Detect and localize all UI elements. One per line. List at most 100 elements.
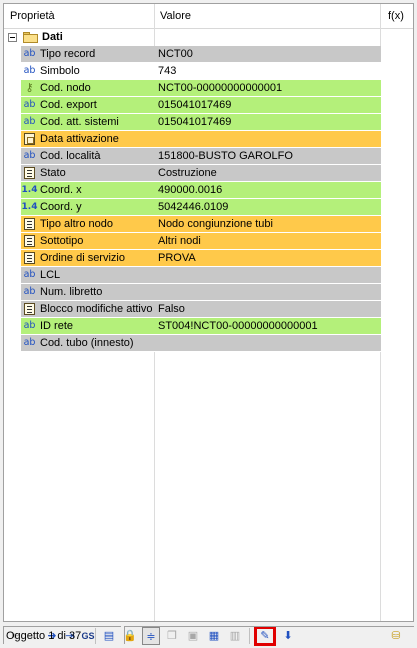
text-icon: ab xyxy=(23,150,36,161)
table-row[interactable]: ab LCL xyxy=(4,267,413,284)
number-icon: 1.4 xyxy=(21,185,38,195)
column-header-value[interactable]: Valore xyxy=(154,4,381,29)
list-icon xyxy=(21,216,38,232)
formula-cell[interactable] xyxy=(381,267,413,283)
formula-cell[interactable] xyxy=(381,165,413,181)
formula-cell[interactable] xyxy=(381,63,413,79)
property-value[interactable]: PROVA xyxy=(154,250,381,266)
status-bar: Oggetto 1 di 37 xyxy=(0,626,417,648)
property-value[interactable]: Nodo congiunzione tubi xyxy=(154,216,381,232)
property-value[interactable]: Costruzione xyxy=(154,165,381,181)
property-name: Coord. y xyxy=(40,201,82,213)
text-icon: ab xyxy=(23,286,36,297)
number-icon: 1.4 xyxy=(21,202,38,212)
table-row[interactable]: Blocco modifiche attivo Falso xyxy=(4,301,413,318)
formula-cell[interactable] xyxy=(381,250,413,266)
table-row[interactable]: ab Cod. tubo (innesto) xyxy=(4,335,413,352)
property-value[interactable]: 015041017469 xyxy=(154,114,381,130)
text-icon: ab xyxy=(23,320,36,331)
property-value[interactable]: 5042446.0109 xyxy=(154,199,381,215)
formula-cell[interactable] xyxy=(381,182,413,198)
formula-cell[interactable] xyxy=(381,199,413,215)
table-row[interactable]: Stato Costruzione xyxy=(4,165,413,182)
formula-cell[interactable] xyxy=(381,284,413,300)
property-value[interactable] xyxy=(154,335,381,351)
property-name: Cod. export xyxy=(40,99,97,111)
key-icon: ⚷ xyxy=(25,82,34,94)
property-value[interactable]: NCT00-00000000000001 xyxy=(154,80,381,96)
property-name: Stato xyxy=(40,167,66,179)
table-row[interactable]: ab Tipo record NCT00 xyxy=(4,46,413,63)
property-name: Blocco modifiche attivo xyxy=(40,303,153,315)
text-icon: ab xyxy=(23,337,36,348)
property-name: Cod. tubo (innesto) xyxy=(40,337,134,349)
table-row[interactable]: ab ID rete ST004!NCT00-00000000000001 xyxy=(4,318,413,335)
property-value[interactable]: NCT00 xyxy=(154,46,381,62)
property-grid: Proprietà Valore f(x) Dati ab Tipo record… xyxy=(3,3,414,622)
property-name: Data attivazione xyxy=(40,133,119,145)
property-rows: ab Tipo record NCT00 ab Simbolo 743 ⚷ Cod. nodo… xyxy=(4,46,413,352)
table-row[interactable]: 1.4 Coord. x 490000.0016 xyxy=(4,182,413,199)
calendar-icon xyxy=(21,131,38,147)
table-row[interactable]: Ordine di servizio PROVA xyxy=(4,250,413,267)
table-row[interactable]: 1.4 Coord. y 5042446.0109 xyxy=(4,199,413,216)
group-label: Dati xyxy=(42,31,63,43)
property-name: Simbolo xyxy=(40,65,80,77)
property-value[interactable]: Falso xyxy=(154,301,381,317)
property-value[interactable]: ST004!NCT00-00000000000001 xyxy=(154,318,381,334)
property-value[interactable]: 015041017469 xyxy=(154,97,381,113)
property-name: LCL xyxy=(40,269,61,281)
property-value[interactable]: Altri nodi xyxy=(154,233,381,249)
column-header-formula[interactable]: f(x) xyxy=(381,4,413,29)
text-icon: ab xyxy=(23,116,36,127)
collapse-icon[interactable] xyxy=(8,33,17,42)
table-row[interactable]: Sottotipo Altri nodi xyxy=(4,233,413,250)
formula-cell[interactable] xyxy=(381,80,413,96)
record-counter: Oggetto 1 di 37 xyxy=(3,626,121,644)
property-name: ID rete xyxy=(40,320,74,332)
table-row[interactable]: ab Cod. att. sistemi 015041017469 xyxy=(4,114,413,131)
property-name: Coord. x xyxy=(40,184,82,196)
property-name: Cod. nodo xyxy=(40,82,91,94)
text-icon: ab xyxy=(23,99,36,110)
table-row[interactable]: ab Simbolo 743 xyxy=(4,63,413,80)
text-icon: ab xyxy=(23,65,36,76)
folder-icon xyxy=(23,32,39,43)
formula-cell[interactable] xyxy=(381,216,413,232)
table-row[interactable]: ab Cod. località 151800-BUSTO GAROLFO xyxy=(4,148,413,165)
text-icon: ab xyxy=(23,48,36,59)
property-value[interactable]: 151800-BUSTO GAROLFO xyxy=(154,148,381,164)
column-header-property[interactable]: Proprietà xyxy=(4,4,154,29)
formula-cell[interactable] xyxy=(381,97,413,113)
property-value[interactable]: 490000.0016 xyxy=(154,182,381,198)
formula-cell[interactable] xyxy=(381,131,413,147)
property-name: Cod. località xyxy=(40,150,101,162)
property-value[interactable] xyxy=(154,284,381,300)
property-value[interactable] xyxy=(154,267,381,283)
table-row[interactable]: ⚷ Cod. nodo NCT00-00000000000001 xyxy=(4,80,413,97)
property-name: Tipo altro nodo xyxy=(40,218,113,230)
table-row[interactable]: ab Num. libretto xyxy=(4,284,413,301)
table-row[interactable]: ab Cod. export 015041017469 xyxy=(4,97,413,114)
table-row[interactable]: Tipo altro nodo Nodo congiunzione tubi xyxy=(4,216,413,233)
group-dati[interactable]: Dati xyxy=(4,29,413,46)
table-row[interactable]: Data attivazione xyxy=(4,131,413,148)
formula-cell[interactable] xyxy=(381,318,413,334)
formula-cell[interactable] xyxy=(381,335,413,351)
list-icon xyxy=(21,165,38,181)
formula-cell[interactable] xyxy=(381,148,413,164)
property-name: Cod. att. sistemi xyxy=(40,116,119,128)
property-name: Num. libretto xyxy=(40,286,103,298)
property-name: Sottotipo xyxy=(40,235,84,247)
formula-cell[interactable] xyxy=(381,114,413,130)
property-name: Tipo record xyxy=(40,48,96,60)
formula-cell[interactable] xyxy=(381,233,413,249)
grid-header: Proprietà Valore f(x) xyxy=(4,4,413,29)
formula-cell[interactable] xyxy=(381,46,413,62)
list-icon xyxy=(21,233,38,249)
formula-cell[interactable] xyxy=(381,301,413,317)
list-icon xyxy=(21,250,38,266)
property-name: Ordine di servizio xyxy=(40,252,125,264)
property-value[interactable]: 743 xyxy=(154,63,381,79)
property-value[interactable] xyxy=(154,131,381,147)
